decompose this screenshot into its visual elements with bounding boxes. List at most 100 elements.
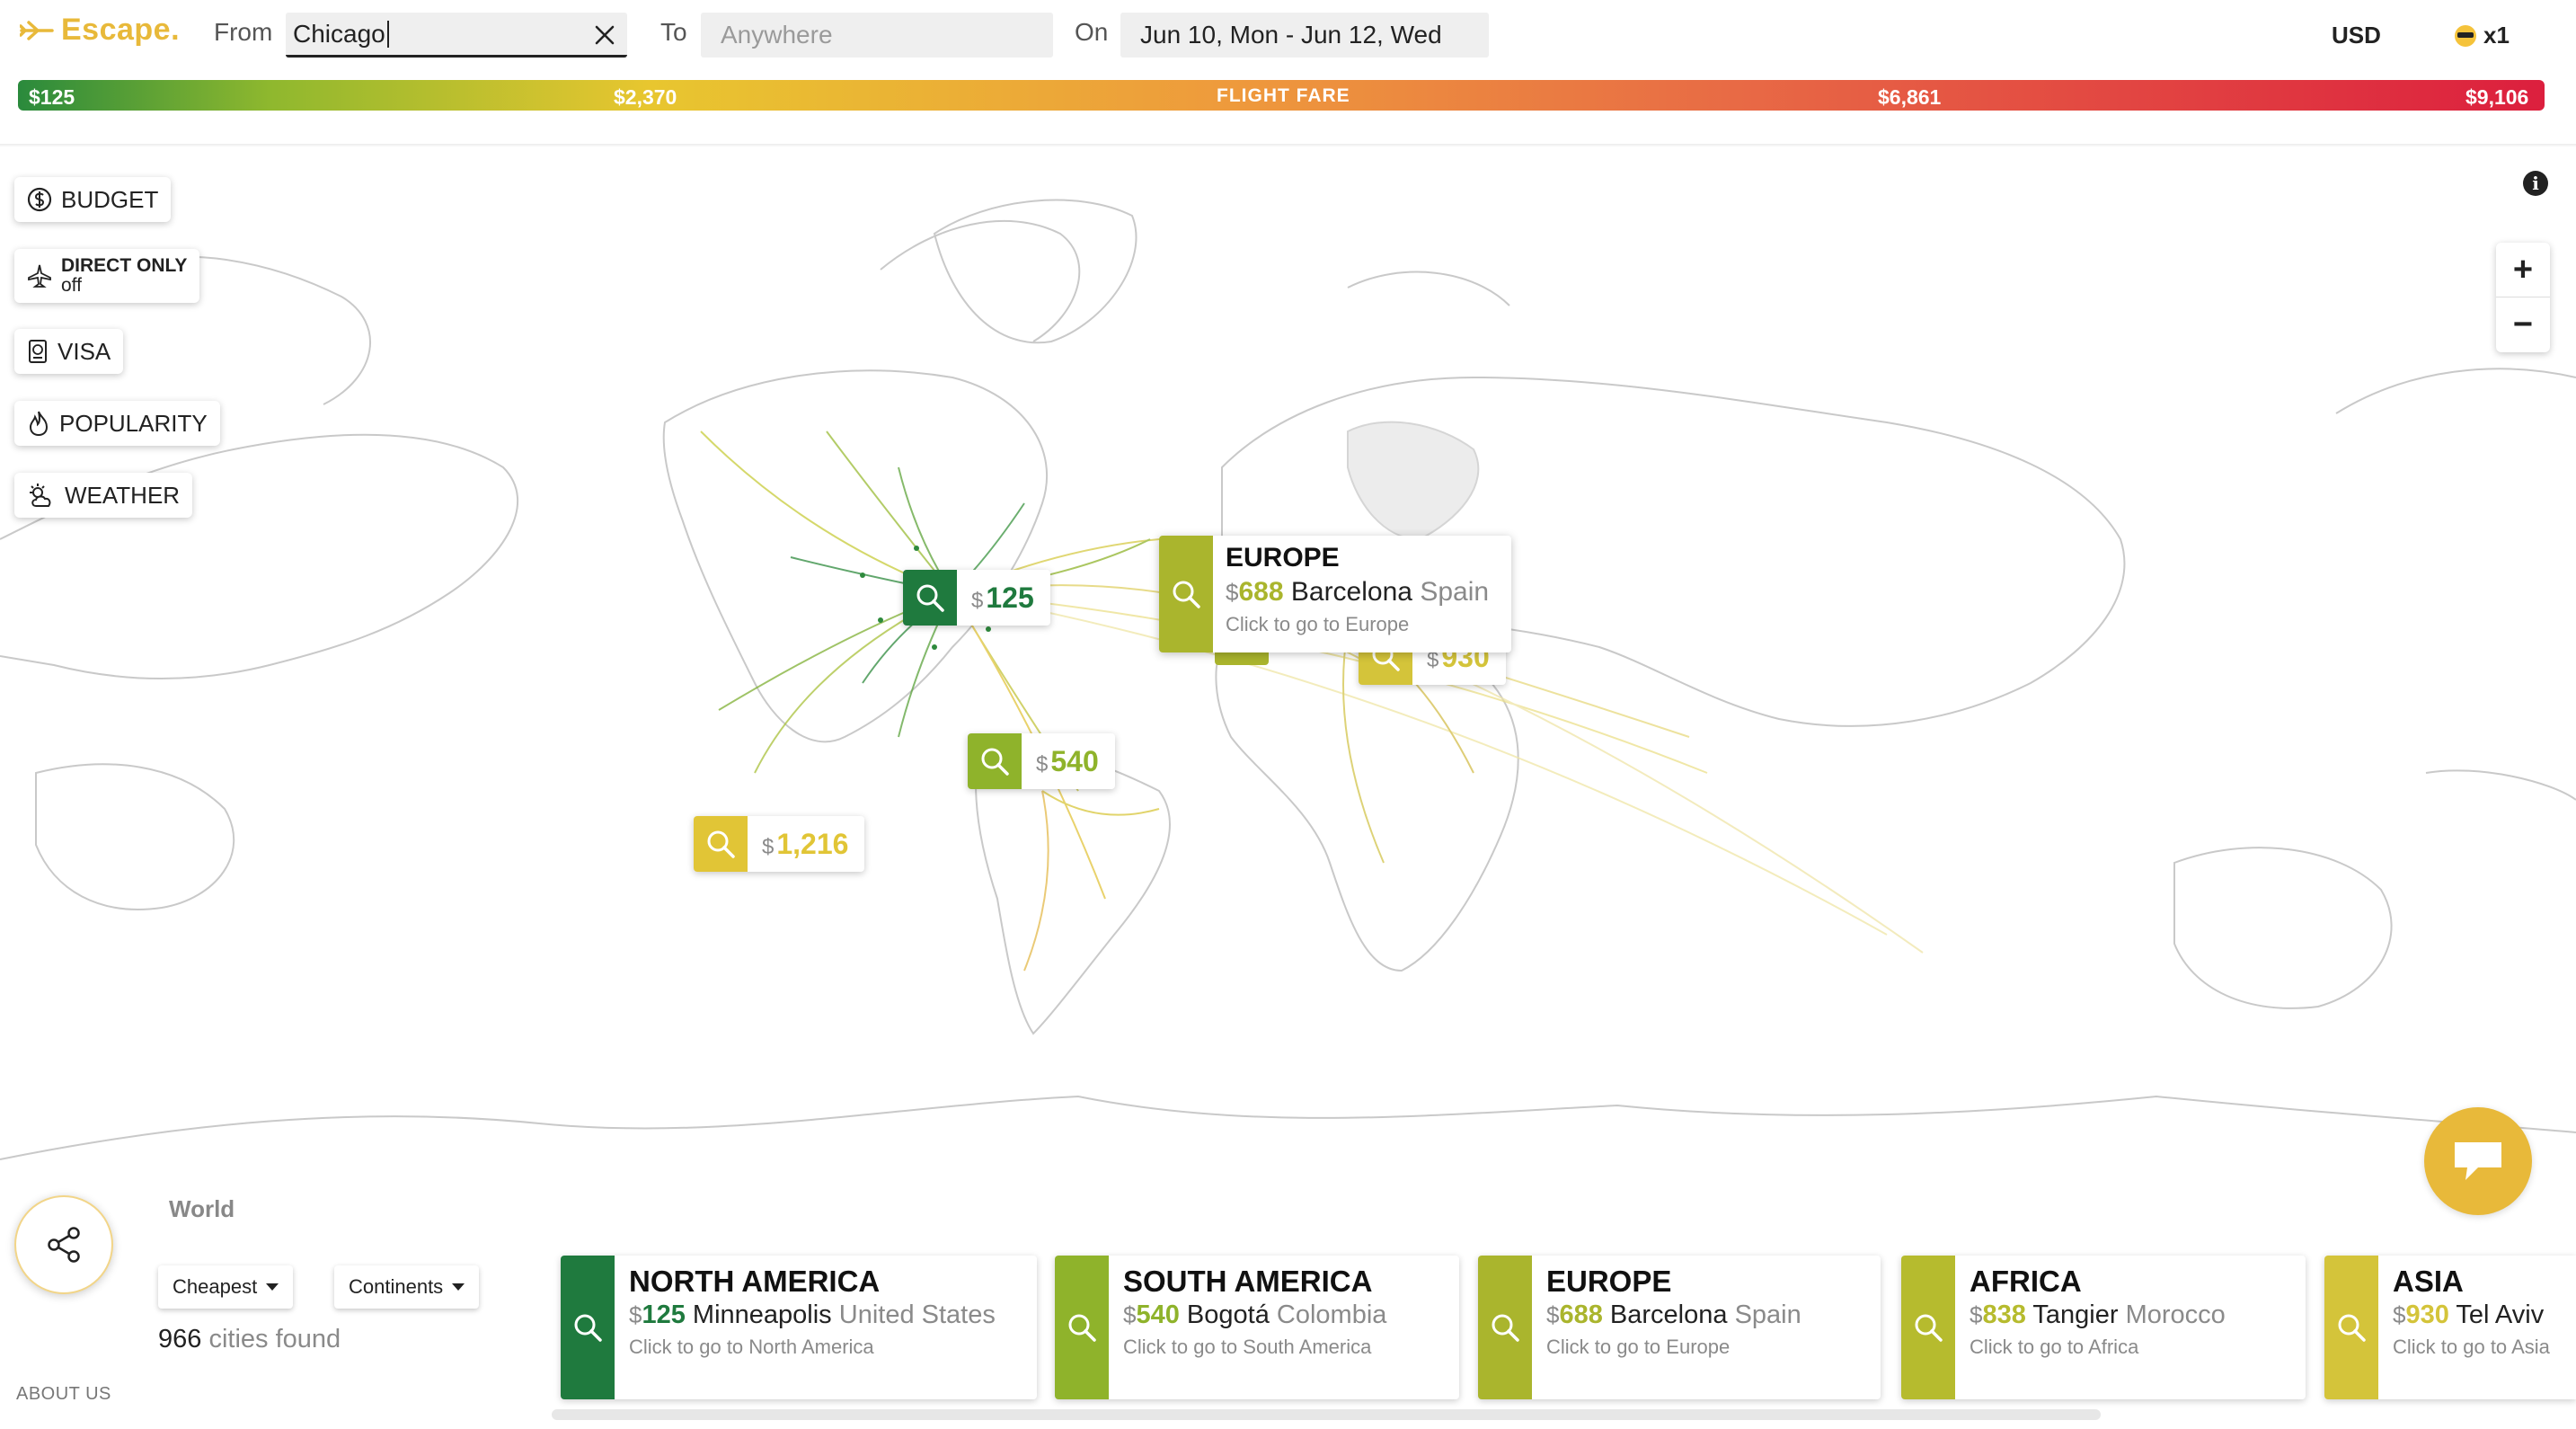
sun-cloud-icon xyxy=(30,484,51,507)
card-currency: $ xyxy=(1546,1301,1560,1328)
card-title: EUROPE xyxy=(1546,1265,1672,1298)
card-hint: Click to go to North America xyxy=(629,1336,874,1358)
continent-card[interactable]: SOUTH AMERICA $540 Bogotá Colombia Click… xyxy=(1055,1256,1459,1399)
card-title: NORTH AMERICA xyxy=(629,1265,881,1298)
from-input[interactable]: Chicago xyxy=(286,13,627,58)
card-currency: $ xyxy=(2393,1301,2406,1328)
budget-filter-button[interactable]: BUDGET xyxy=(14,177,172,222)
continent-card[interactable]: NORTH AMERICA $125 Minneapolis United St… xyxy=(561,1256,1037,1399)
direct-only-state: off xyxy=(61,275,82,296)
card-country: Morocco xyxy=(2125,1300,2226,1329)
sort-value: Cheapest xyxy=(173,1275,258,1298)
plane-icon xyxy=(28,264,51,288)
logo[interactable]: Escape. xyxy=(20,13,180,48)
travelers-selector[interactable]: x1 xyxy=(2455,22,2510,49)
price-pin[interactable]: $1,216 xyxy=(694,816,865,872)
date-range-field[interactable]: Jun 10, Mon - Jun 12, Wed xyxy=(1120,13,1489,58)
travelers-count: x1 xyxy=(2483,22,2510,49)
visa-label: VISA xyxy=(58,337,111,365)
cards-scrollbar[interactable] xyxy=(552,1409,2101,1420)
pin-price: 125 xyxy=(986,581,1034,614)
results-suffix: cities found xyxy=(208,1325,341,1354)
card-price: 540 xyxy=(1136,1300,1180,1329)
chat-button[interactable] xyxy=(2424,1107,2532,1215)
search-icon xyxy=(694,816,748,872)
on-label: On xyxy=(1075,18,1109,46)
search-icon xyxy=(1901,1256,1955,1399)
search-icon xyxy=(903,570,957,626)
tooltip-currency: $ xyxy=(1226,579,1239,606)
results-number: 966 xyxy=(158,1325,202,1354)
currency-selector[interactable]: USD xyxy=(2332,22,2381,49)
sunglasses-emoji-icon xyxy=(2455,24,2476,47)
card-price: 125 xyxy=(642,1300,686,1329)
chevron-down-icon xyxy=(266,1283,279,1291)
card-currency: $ xyxy=(1123,1301,1137,1328)
continent-card[interactable]: ASIA $930 Tel Aviv Click to go to Asia xyxy=(2324,1256,2576,1399)
tooltip-hint: Click to go to Europe xyxy=(1226,613,1410,635)
visa-filter-button[interactable]: VISA xyxy=(14,329,124,374)
card-city: Minneapolis xyxy=(692,1300,832,1329)
card-city: Tangier xyxy=(2032,1300,2119,1329)
clear-icon[interactable] xyxy=(591,22,618,49)
direct-only-label: DIRECT ONLY xyxy=(61,255,188,276)
world-map[interactable] xyxy=(0,147,2576,1190)
card-country: Spain xyxy=(1734,1300,1801,1329)
sort-dropdown[interactable]: Cheapest xyxy=(158,1265,294,1309)
tooltip-country: Spain xyxy=(1420,577,1490,607)
fare-bar-title: FLIGHT FARE xyxy=(1217,85,1350,106)
popularity-filter-button[interactable]: POPULARITY xyxy=(14,401,220,446)
continent-card[interactable]: EUROPE $688 Barcelona Spain Click to go … xyxy=(1478,1256,1881,1399)
pin-price: 1,216 xyxy=(776,827,849,860)
tooltip-title: EUROPE xyxy=(1226,543,1340,572)
fare-scale-bar: $125 $2,370 FLIGHT FARE $6,861 $9,106 xyxy=(18,80,2545,111)
pin-currency: $ xyxy=(1036,751,1049,777)
dollar-icon xyxy=(27,187,52,212)
logo-text: Escape. xyxy=(61,13,181,47)
fare-tick: $6,861 xyxy=(1878,85,1942,109)
to-input[interactable]: Anywhere xyxy=(701,13,1053,58)
card-country: United States xyxy=(838,1300,996,1329)
breadcrumb[interactable]: World xyxy=(169,1195,235,1223)
card-price: 688 xyxy=(1559,1300,1603,1329)
fare-tick: $9,106 xyxy=(2465,85,2529,109)
card-currency: $ xyxy=(629,1301,642,1328)
share-icon xyxy=(48,1227,80,1263)
search-icon xyxy=(1159,536,1213,652)
pin-price: 540 xyxy=(1050,744,1099,777)
search-icon xyxy=(1055,1256,1109,1399)
card-title: AFRICA xyxy=(1970,1265,2082,1298)
top-bar: Escape. From Chicago To Anywhere On Jun … xyxy=(0,0,2576,68)
card-title: SOUTH AMERICA xyxy=(1123,1265,1373,1298)
tooltip-price: 688 xyxy=(1238,577,1284,607)
price-pin[interactable]: $540 xyxy=(968,733,1115,789)
chat-bubble-icon xyxy=(2455,1142,2501,1180)
about-us-link[interactable]: ABOUT US xyxy=(16,1384,111,1405)
from-value: Chicago xyxy=(293,19,385,48)
card-hint: Click to go to Europe xyxy=(1546,1336,1731,1358)
share-button[interactable] xyxy=(14,1195,113,1294)
zoom-in-button[interactable]: + xyxy=(2496,243,2550,297)
plane-logo-icon xyxy=(20,20,54,40)
card-price: 930 xyxy=(2405,1300,2449,1329)
info-icon[interactable]: i xyxy=(2523,171,2548,196)
direct-only-toggle[interactable]: DIRECT ONLY off xyxy=(14,249,200,303)
continent-card[interactable]: AFRICA $838 Tangier Morocco Click to go … xyxy=(1901,1256,2306,1399)
price-pin[interactable]: $125 xyxy=(903,570,1050,626)
flame-icon xyxy=(29,411,49,437)
results-count: 966 cities found xyxy=(158,1325,341,1354)
weather-label: WEATHER xyxy=(65,481,181,509)
card-title: ASIA xyxy=(2393,1265,2464,1298)
zoom-out-button[interactable]: − xyxy=(2496,297,2550,352)
to-label: To xyxy=(660,18,687,46)
pin-currency: $ xyxy=(971,588,984,613)
zoom-control: + − xyxy=(2496,243,2550,352)
group-dropdown[interactable]: Continents xyxy=(334,1265,480,1309)
passport-icon xyxy=(29,340,47,363)
card-price: 838 xyxy=(1982,1300,2026,1329)
card-city: Barcelona xyxy=(1609,1300,1728,1329)
weather-filter-button[interactable]: WEATHER xyxy=(14,473,193,518)
europe-tooltip[interactable]: EUROPE $688 Barcelona Spain Click to go … xyxy=(1159,536,1511,652)
search-icon xyxy=(561,1256,615,1399)
group-value: Continents xyxy=(349,1275,444,1298)
